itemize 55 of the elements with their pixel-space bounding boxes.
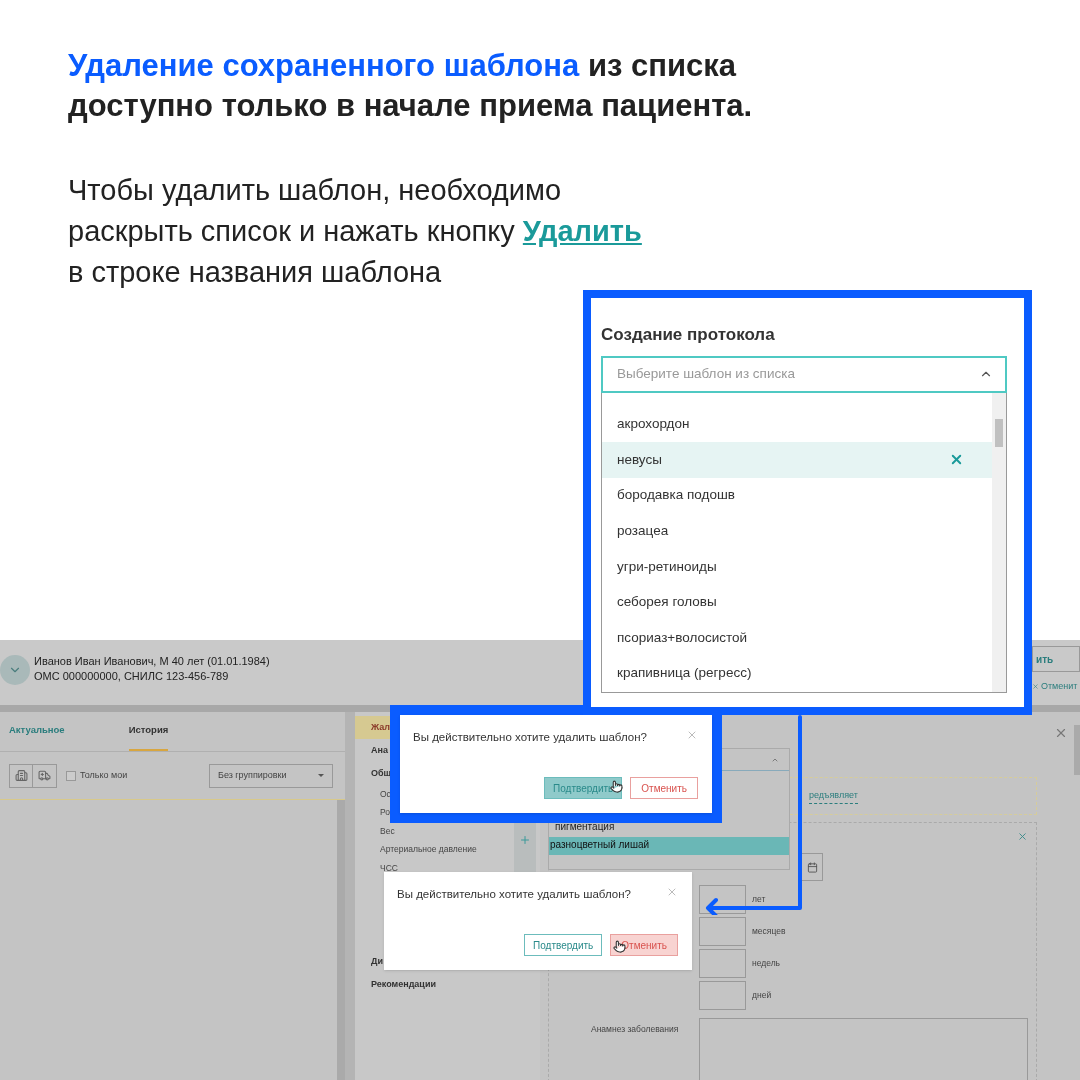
patient-name: Иванов Иван Иванович, М 40 лет (01.01.1984) — [34, 654, 270, 669]
anamnesis-label: Анамнез заболевания — [591, 1023, 679, 1036]
instruction-text: в строке названия шаблона — [68, 255, 443, 290]
close-icon — [1032, 683, 1039, 691]
scrollbar[interactable] — [992, 392, 1006, 692]
expand-button[interactable] — [0, 655, 30, 685]
ambulance-icon[interactable] — [33, 763, 57, 788]
delete-link[interactable]: Удалить — [522, 215, 642, 247]
template-option[interactable]: невусы — [602, 442, 992, 478]
template-option[interactable]: разноцветный лишай — [549, 837, 789, 855]
instruction-text: раскрыть список и нажать кнопку Удалить — [68, 214, 643, 249]
template-option[interactable]: бородавка подошв — [602, 477, 992, 514]
template-option[interactable]: пигментация — [549, 819, 789, 837]
tab[interactable]: История — [128, 722, 169, 751]
cancel-button[interactable]: Отменить — [630, 777, 698, 799]
duration-field[interactable] — [699, 917, 746, 946]
duration-field[interactable] — [699, 981, 746, 1010]
scrollbar[interactable] — [337, 800, 345, 1080]
confirm-button[interactable]: Подтвердить — [524, 934, 603, 956]
headline: Удаление сохраненного шаблона из списка — [68, 47, 738, 85]
duration-field[interactable] — [699, 885, 746, 914]
subsection-item[interactable]: Вес — [355, 822, 540, 841]
dialog-question: Вы действительно хотите удалить шаблон? — [413, 730, 647, 745]
patient-policy: ОМС 000000000, СНИЛС 123-456-789 — [34, 669, 230, 684]
plus-icon — [519, 834, 531, 846]
anamnesis-field[interactable] — [699, 1018, 1028, 1080]
calendar-button[interactable] — [801, 853, 823, 881]
unit-label: лет — [752, 893, 766, 906]
select-placeholder: Выберите шаблон из списка — [617, 364, 795, 383]
scrollbar[interactable] — [1074, 725, 1080, 775]
headline: доступно только в начале приема пациента. — [68, 87, 754, 125]
close-icon[interactable] — [686, 729, 698, 741]
grouping-select[interactable]: Без группировки — [209, 763, 333, 788]
instruction-text: Чтобы удалить шаблон, необходимо — [68, 173, 563, 208]
building-icon[interactable] — [9, 763, 33, 788]
template-option[interactable]: псориаз+волосистой — [602, 620, 992, 656]
template-option[interactable]: акрохордон — [602, 406, 992, 443]
only-mine-checkbox[interactable] — [66, 770, 76, 781]
checkbox-label: Только мои — [80, 768, 128, 782]
close-icon[interactable] — [1054, 726, 1068, 740]
template-option[interactable]: угри-ретиноиды — [602, 548, 992, 585]
close-icon[interactable] — [1017, 831, 1028, 842]
section-item[interactable]: Рекомендации — [355, 973, 540, 997]
template-option[interactable]: крапивница (регресс) — [602, 655, 992, 692]
duration-field[interactable] — [699, 949, 746, 978]
template-option[interactable]: розацеа — [602, 513, 992, 549]
dialog-question: Вы действительно хотите удалить шаблон? — [397, 887, 631, 902]
unit-label: месяцев — [752, 925, 786, 938]
close-icon[interactable] — [666, 886, 678, 898]
subsection-item[interactable]: Артериальное давление — [355, 840, 540, 859]
unit-label: дней — [752, 989, 772, 1002]
template-option[interactable]: себорея головы — [602, 584, 992, 621]
calendar-icon — [806, 861, 818, 873]
panel-title: Создание протокола — [601, 324, 776, 346]
unit-label: недель — [752, 957, 781, 970]
